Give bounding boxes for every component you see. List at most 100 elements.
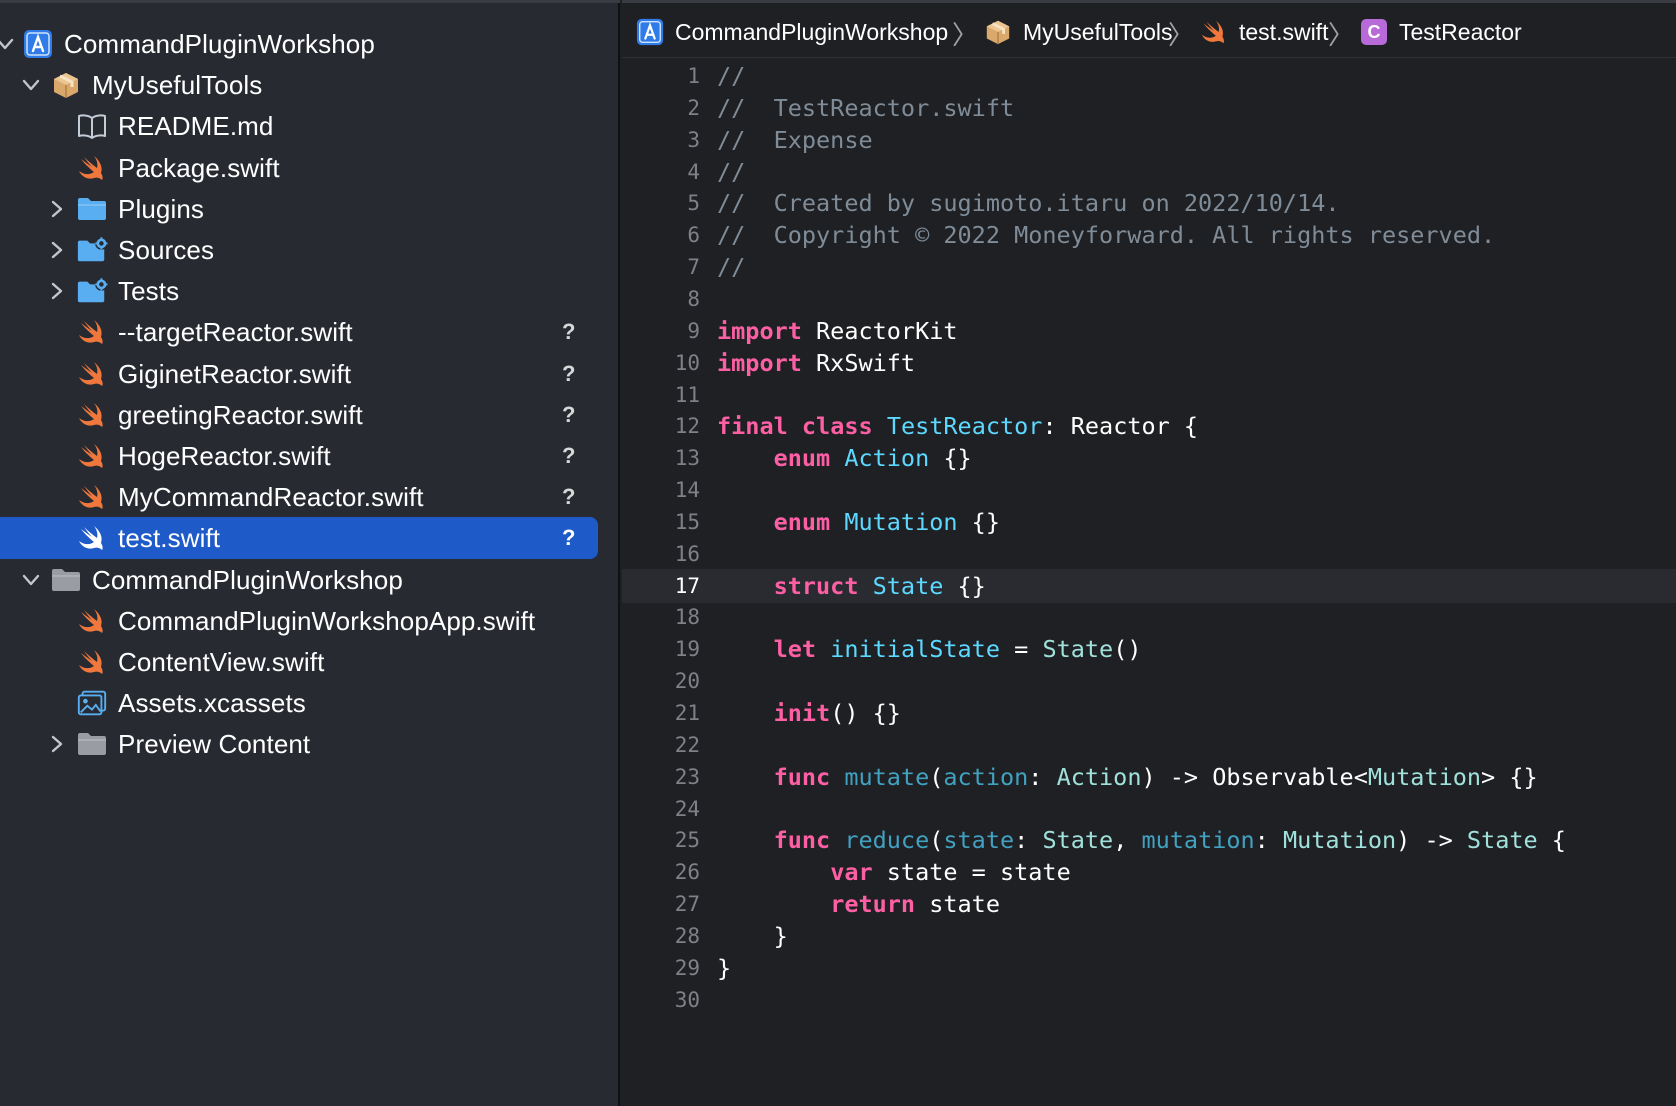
tree-item-commandpluginworkshop[interactable]: CommandPluginWorkshop xyxy=(0,559,600,601)
code-line[interactable]: 23 func mutate(action: Action) -> Observ… xyxy=(622,760,1676,794)
jumpbar-crumb-testreactor[interactable]: C TestReactor xyxy=(1360,17,1522,47)
code-token: action xyxy=(943,763,1029,791)
tree-item-label: ContentView.swift xyxy=(118,646,325,677)
disclosure-expanded-icon[interactable] xyxy=(0,33,16,55)
tree-item-plugins[interactable]: Plugins xyxy=(0,188,600,230)
code-token: state xyxy=(915,890,1000,918)
code-token: Mutation xyxy=(844,508,958,536)
disclosure-collapsed-icon[interactable] xyxy=(46,733,68,755)
code-token: ) -> xyxy=(1396,826,1467,854)
code-line[interactable]: 9 import ReactorKit xyxy=(622,314,1676,348)
disclosure-collapsed-icon[interactable] xyxy=(46,198,68,220)
code-line[interactable]: 3 // Expense xyxy=(622,123,1676,157)
tree-item-commandpluginworkshopapp-swift[interactable]: CommandPluginWorkshopApp.swift xyxy=(0,600,600,642)
xcode-project-icon xyxy=(636,18,664,46)
code-token: class xyxy=(801,412,873,440)
disclosure-expanded-icon[interactable] xyxy=(20,74,42,96)
code-token: func xyxy=(773,826,831,854)
code-line[interactable]: 14 xyxy=(622,473,1676,507)
line-number: 13 xyxy=(674,446,700,470)
tree-item-test-swift[interactable]: test.swift? xyxy=(0,517,598,559)
disclosure-expanded-icon[interactable] xyxy=(20,569,42,591)
jumpbar-crumb-label: TestReactor xyxy=(1399,18,1522,45)
line-number: 1 xyxy=(687,64,700,88)
tree-item-preview-content[interactable]: Preview Content xyxy=(0,723,600,765)
line-source: import RxSwift xyxy=(717,349,915,377)
untracked-status-badge: ? xyxy=(562,484,576,509)
jumpbar-crumb-label: MyUsefulTools xyxy=(1023,18,1173,45)
code-line[interactable]: 11 xyxy=(622,378,1676,412)
jumpbar-crumb-test-swift[interactable]: test.swift xyxy=(1200,17,1328,47)
code-line[interactable]: 27 return state xyxy=(622,887,1676,921)
tree-item-label: test.swift xyxy=(118,522,221,553)
tree-item-commandpluginworkshop[interactable]: CommandPluginWorkshop xyxy=(0,23,600,65)
code-line[interactable]: 15 enum Mutation {} xyxy=(622,505,1676,539)
code-line[interactable]: 22 xyxy=(622,728,1676,762)
code-line[interactable]: 6 // Copyright © 2022 Moneyforward. All r… xyxy=(622,218,1676,252)
code-line[interactable]: 28 } xyxy=(622,919,1676,953)
jumpbar-separator: 〉 xyxy=(1168,20,1195,50)
code-line[interactable]: 29} xyxy=(622,951,1676,985)
code-token: : xyxy=(1028,763,1057,791)
tree-item-tests[interactable]: Tests xyxy=(0,270,600,312)
untracked-status-badge: ? xyxy=(562,525,576,550)
code-token: // Created by sugimoto.itaru on 2022/10/… xyxy=(717,189,1340,217)
code-line[interactable]: 24 xyxy=(622,792,1676,826)
line-source: // Created by sugimoto.itaru on 2022/10/… xyxy=(717,189,1340,217)
code-area[interactable]: 1 // 2 // TestReactor.swift 3 // Expense 4 // 5 /… xyxy=(622,62,1676,1106)
disclosure-collapsed-icon[interactable] xyxy=(46,280,68,302)
code-line[interactable]: 26 var state = state xyxy=(622,855,1676,889)
disclosure-collapsed-icon[interactable] xyxy=(46,239,68,261)
code-line[interactable]: 8 xyxy=(622,282,1676,316)
code-line[interactable]: 1 // xyxy=(622,59,1676,93)
line-number: 24 xyxy=(674,797,700,821)
code-line[interactable]: 30 xyxy=(622,983,1676,1017)
code-token: () xyxy=(1113,635,1142,663)
tree-item-label: Tests xyxy=(118,275,180,306)
tree-item-sources[interactable]: Sources xyxy=(0,229,600,271)
code-line[interactable]: 2 // TestReactor.swift xyxy=(622,91,1676,125)
code-line[interactable]: 21 init() {} xyxy=(622,696,1676,730)
line-source: struct State {} xyxy=(717,572,986,600)
code-token: // Copyright © 2022 Moneyforward. All ri… xyxy=(717,221,1496,249)
code-line[interactable]: 19 let initialState = State() xyxy=(622,632,1676,666)
code-line[interactable]: 13 enum Action {} xyxy=(622,441,1676,475)
code-token: import xyxy=(717,317,802,345)
jumpbar-crumb-commandpluginworkshop[interactable]: CommandPluginWorkshop xyxy=(636,17,948,47)
code-token: TestReactor xyxy=(886,412,1043,440)
line-number: 15 xyxy=(674,510,700,534)
tree-item-label: HogeReactor.swift xyxy=(118,440,331,471)
class-c-icon: C xyxy=(1360,18,1388,46)
code-line[interactable]: 16 xyxy=(622,537,1676,571)
tree-item-greetingreactor-swift[interactable]: greetingReactor.swift? xyxy=(0,394,600,436)
tree-item-hogereactor-swift[interactable]: HogeReactor.swift? xyxy=(0,435,600,477)
tree-item-giginetreactor-swift[interactable]: GiginetReactor.swift? xyxy=(0,353,600,395)
tree-item-contentview-swift[interactable]: ContentView.swift xyxy=(0,641,600,683)
code-token: State xyxy=(1042,826,1114,854)
tree-item-package-swift[interactable]: Package.swift xyxy=(0,147,600,189)
code-line[interactable]: 5 // Created by sugimoto.itaru on 2022/10… xyxy=(622,186,1676,220)
tree-item-assets-xcassets[interactable]: Assets.xcassets xyxy=(0,682,600,724)
line-number: 18 xyxy=(674,605,700,629)
code-line[interactable]: 12 final class TestReactor: Reactor { xyxy=(622,409,1676,443)
code-line[interactable]: 18 xyxy=(622,600,1676,634)
code-line[interactable]: 10 import RxSwift xyxy=(622,346,1676,380)
code-line[interactable]: 20 xyxy=(622,664,1676,698)
code-line[interactable]: 4 // xyxy=(622,155,1676,189)
code-line[interactable]: 25 func reduce(state: State, mutation: M… xyxy=(622,823,1676,857)
swift-icon xyxy=(76,317,108,347)
code-line[interactable]: 7 // xyxy=(622,250,1676,284)
jumpbar-crumb-myusefultools[interactable]: MyUsefulTools xyxy=(984,17,1173,47)
tree-item-myusefultools[interactable]: MyUsefulTools xyxy=(0,64,600,106)
swift-icon xyxy=(76,647,108,677)
tree-item-readme-md[interactable]: README.md xyxy=(0,105,600,147)
tree-item-targetreactor-swift[interactable]: --targetReactor.swift? xyxy=(0,311,600,353)
line-number: 2 xyxy=(687,96,700,120)
line-number: 17 xyxy=(674,574,700,598)
tree-item-mycommandreactor-swift[interactable]: MyCommandReactor.swift? xyxy=(0,476,600,518)
code-line[interactable]: 17 struct State {} xyxy=(622,569,1676,603)
